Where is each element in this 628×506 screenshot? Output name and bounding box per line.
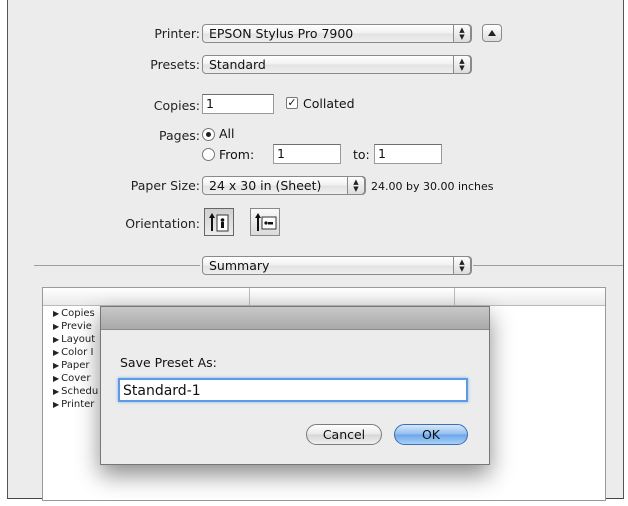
disclosure-triangle-icon: ▶ <box>53 322 60 331</box>
list-header <box>43 288 605 306</box>
save-preset-sheet: Save Preset As: Standard-1 Cancel OK <box>100 306 490 465</box>
landscape-orientation-icon <box>255 213 277 231</box>
section-divider-left <box>34 265 200 266</box>
copies-label: Copies: <box>153 98 200 113</box>
preset-name-field[interactable]: Standard-1 <box>118 378 468 402</box>
list-item[interactable]: ▶ Printer <box>53 399 94 410</box>
panel-select-value: Summary <box>209 258 270 273</box>
pages-to-field[interactable]: 1 <box>374 144 442 164</box>
collated-label: Collated <box>303 96 355 111</box>
pages-from-radio[interactable] <box>202 148 215 161</box>
list-item[interactable]: ▶ Color I <box>53 347 93 358</box>
collapse-details-button[interactable] <box>482 24 502 42</box>
paper-size-popup[interactable]: 24 x 30 in (Sheet) ▲ ▼ <box>202 176 366 195</box>
presets-label: Presets: <box>150 57 200 72</box>
portrait-orientation-icon <box>209 213 229 232</box>
disclosure-triangle-icon: ▶ <box>53 400 60 409</box>
pages-to-label: to: <box>353 147 370 162</box>
pages-label: Pages: <box>159 128 200 143</box>
printer-label: Printer: <box>154 26 200 41</box>
popup-arrows-icon: ▲ ▼ <box>453 24 471 43</box>
list-item[interactable]: ▶ Schedu <box>53 386 98 397</box>
disclosure-triangle-icon: ▶ <box>53 387 60 396</box>
presets-value: Standard <box>209 57 266 72</box>
orientation-label: Orientation: <box>125 216 200 231</box>
copies-field[interactable]: 1 <box>202 94 274 114</box>
pages-from-label: From: <box>219 147 255 162</box>
paper-size-value: 24 x 30 in (Sheet) <box>209 178 322 193</box>
section-divider-right <box>473 265 623 266</box>
column-divider <box>454 288 455 305</box>
pages-all-radio[interactable] <box>202 128 215 141</box>
save-preset-prompt: Save Preset As: <box>120 355 217 370</box>
disclosure-triangle-icon: ▶ <box>53 348 60 357</box>
paper-dimensions: 24.00 by 30.00 inches <box>371 180 494 193</box>
disclosure-triangle-icon: ▶ <box>53 335 60 344</box>
portrait-orientation-button[interactable] <box>204 208 234 236</box>
pages-from-field[interactable]: 1 <box>273 144 341 164</box>
panel-select-popup[interactable]: Summary ▲ ▼ <box>202 256 472 275</box>
sheet-titlebar <box>101 307 489 330</box>
collated-checkbox[interactable]: ✓ <box>286 97 298 109</box>
disclosure-triangle-icon: ▶ <box>53 374 60 383</box>
landscape-orientation-button[interactable] <box>250 208 280 236</box>
list-item[interactable]: ▶ Layout <box>53 334 95 345</box>
list-item[interactable]: ▶ Previe <box>53 321 92 332</box>
popup-arrows-icon: ▲ ▼ <box>347 176 365 195</box>
printer-value: EPSON Stylus Pro 7900 <box>209 26 354 41</box>
disclosure-triangle-icon: ▶ <box>53 361 60 370</box>
presets-popup[interactable]: Standard ▲ ▼ <box>202 55 472 74</box>
popup-arrows-icon: ▲ ▼ <box>453 256 471 275</box>
ok-button[interactable]: OK <box>394 424 468 445</box>
list-item[interactable]: ▶ Cover <box>53 373 90 384</box>
column-divider <box>249 288 250 305</box>
list-item[interactable]: ▶ Copies <box>53 308 95 319</box>
popup-arrows-icon: ▲ ▼ <box>453 55 471 74</box>
pages-all-label: All <box>219 126 235 141</box>
disclosure-triangle-icon: ▶ <box>53 309 60 318</box>
list-item[interactable]: ▶ Paper <box>53 360 89 371</box>
cancel-button[interactable]: Cancel <box>306 424 382 445</box>
printer-popup[interactable]: EPSON Stylus Pro 7900 ▲ ▼ <box>202 24 472 43</box>
paper-size-label: Paper Size: <box>130 178 200 193</box>
